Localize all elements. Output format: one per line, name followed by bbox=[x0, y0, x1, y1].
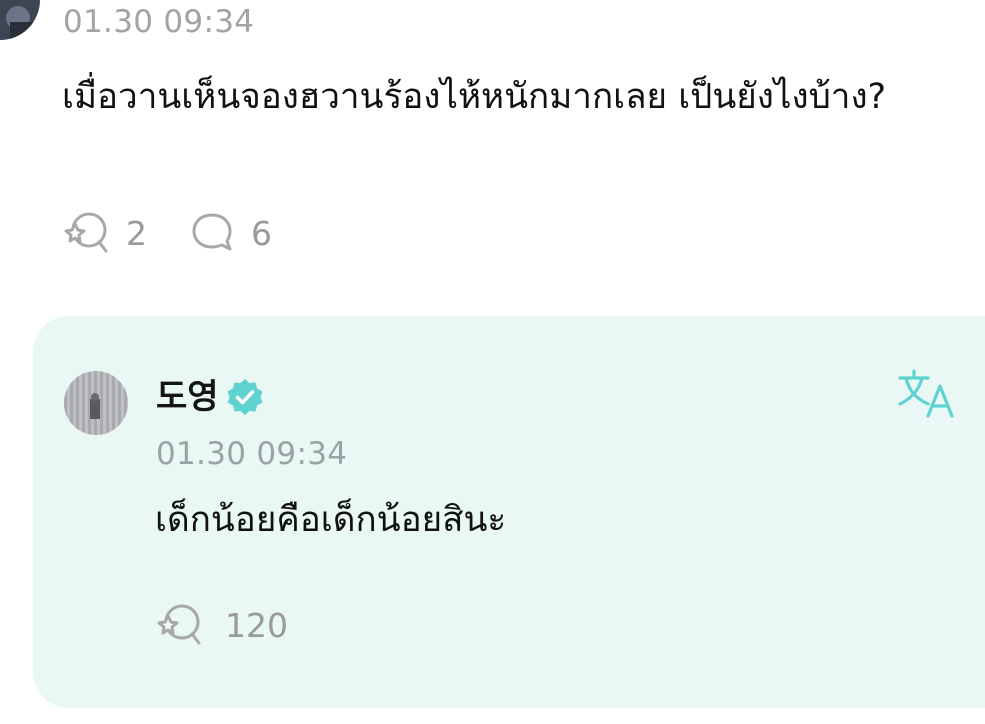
like-count: 120 bbox=[225, 606, 288, 645]
comment-text: เมื่อวานเห็นจองฮวานร้องไห้หนักมากเลย เป็… bbox=[62, 77, 887, 117]
speech-bubble-icon bbox=[189, 210, 235, 258]
cheer-icon bbox=[62, 210, 110, 258]
reply-author: 도영 bbox=[156, 372, 265, 422]
reply-timestamp: 01.30 09:34 bbox=[156, 436, 348, 472]
reply-actions: 120 bbox=[155, 602, 288, 650]
artist-reply-card: 도영 01.30 09:34 เด็กน้อยคือเด็กน้อยสินะ 1… bbox=[33, 316, 985, 708]
like-button[interactable]: 2 bbox=[62, 210, 147, 258]
comment-timestamp: 01.30 09:34 bbox=[63, 4, 255, 40]
comment-actions: 2 6 bbox=[62, 210, 272, 258]
avatar[interactable] bbox=[64, 371, 128, 435]
reply-text: เด็กน้อยคือเด็กน้อยสินะ bbox=[155, 500, 507, 540]
translate-icon[interactable] bbox=[898, 368, 960, 424]
comment-count: 6 bbox=[251, 214, 272, 253]
verified-badge-icon bbox=[225, 377, 265, 421]
author-name[interactable]: 도영 bbox=[156, 375, 219, 419]
comment-button[interactable]: 6 bbox=[189, 210, 272, 258]
avatar[interactable] bbox=[0, 0, 40, 40]
like-count: 2 bbox=[126, 214, 147, 253]
like-button[interactable]: 120 bbox=[155, 602, 288, 650]
cheer-icon bbox=[155, 602, 203, 650]
